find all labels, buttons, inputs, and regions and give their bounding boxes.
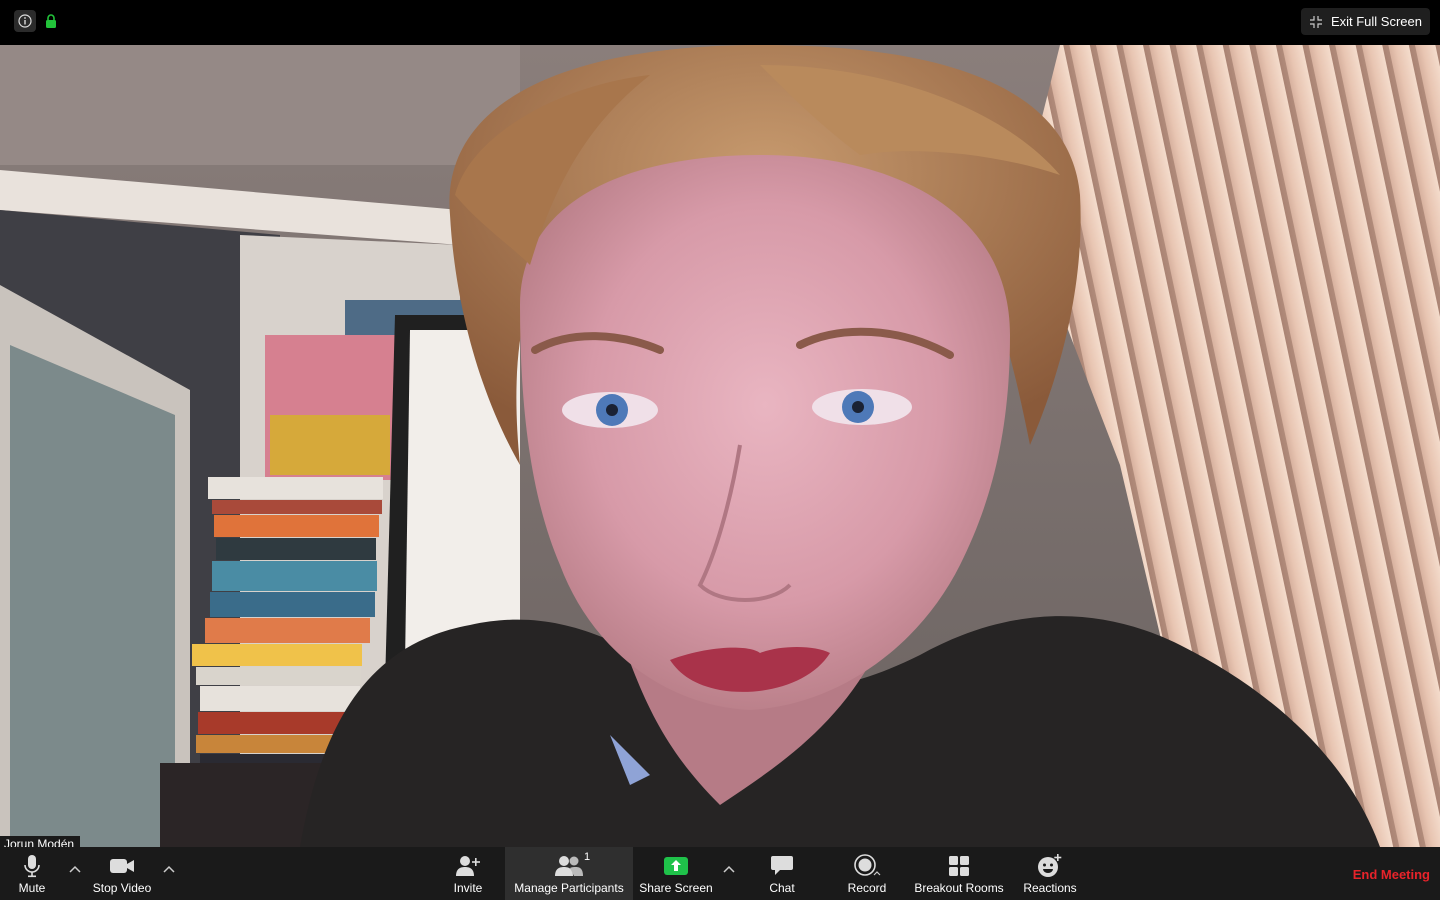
participants-count-badge: 1 xyxy=(584,851,591,863)
stop-video-label: Stop Video xyxy=(92,881,152,895)
breakout-rooms-button[interactable]: Breakout Rooms xyxy=(912,847,1006,900)
exit-full-screen-button[interactable]: Exit Full Screen xyxy=(1300,8,1430,35)
record-label: Record xyxy=(847,881,887,895)
share-screen-label: Share Screen xyxy=(639,881,713,895)
video-options-caret[interactable] xyxy=(161,861,177,877)
video-scene xyxy=(0,45,1440,847)
manage-participants-button[interactable]: 1 Manage Participants xyxy=(505,847,633,900)
share-screen-button[interactable]: Share Screen xyxy=(638,847,714,900)
breakout-rooms-label: Breakout Rooms xyxy=(914,881,1004,895)
invite-button[interactable]: Invite xyxy=(446,847,490,900)
zoom-meeting-window: Exit Full Screen Jorun Modén Mute Stop V… xyxy=(0,0,1440,900)
invite-label: Invite xyxy=(453,881,483,895)
chat-bubble-icon xyxy=(770,853,794,879)
top-left-controls xyxy=(14,10,58,32)
info-icon[interactable] xyxy=(14,10,36,32)
chat-label: Chat xyxy=(769,881,795,895)
microphone-icon xyxy=(23,853,41,879)
breakout-rooms-icon xyxy=(948,853,970,879)
chevron-up-icon xyxy=(163,865,175,873)
participant-video[interactable] xyxy=(0,45,1440,847)
participants-icon: 1 xyxy=(554,851,590,879)
chevron-up-icon xyxy=(723,865,735,873)
chevron-up-icon xyxy=(69,865,81,873)
shrink-icon xyxy=(1309,15,1322,28)
smiley-add-icon xyxy=(1037,853,1063,879)
meeting-toolbar: Mute Stop Video Invite 1 Manage Particip… xyxy=(0,847,1440,900)
add-person-icon xyxy=(455,853,481,879)
reactions-button[interactable]: Reactions xyxy=(1020,847,1080,900)
manage-participants-label: Manage Participants xyxy=(514,881,624,895)
share-screen-icon xyxy=(663,853,689,879)
record-button[interactable]: Record xyxy=(844,847,890,900)
stop-video-button[interactable]: Stop Video xyxy=(88,847,156,900)
record-icon xyxy=(853,853,881,879)
share-options-caret[interactable] xyxy=(721,861,737,877)
exit-full-screen-label: Exit Full Screen xyxy=(1330,14,1422,29)
reactions-label: Reactions xyxy=(1023,881,1077,895)
mute-button[interactable]: Mute xyxy=(12,847,52,900)
lock-icon[interactable] xyxy=(44,10,58,32)
chat-button[interactable]: Chat xyxy=(762,847,802,900)
end-meeting-button[interactable]: End Meeting xyxy=(1353,867,1430,882)
mute-label: Mute xyxy=(18,881,46,895)
audio-options-caret[interactable] xyxy=(67,861,83,877)
video-camera-icon xyxy=(109,853,135,879)
top-bar: Exit Full Screen xyxy=(0,0,1440,45)
